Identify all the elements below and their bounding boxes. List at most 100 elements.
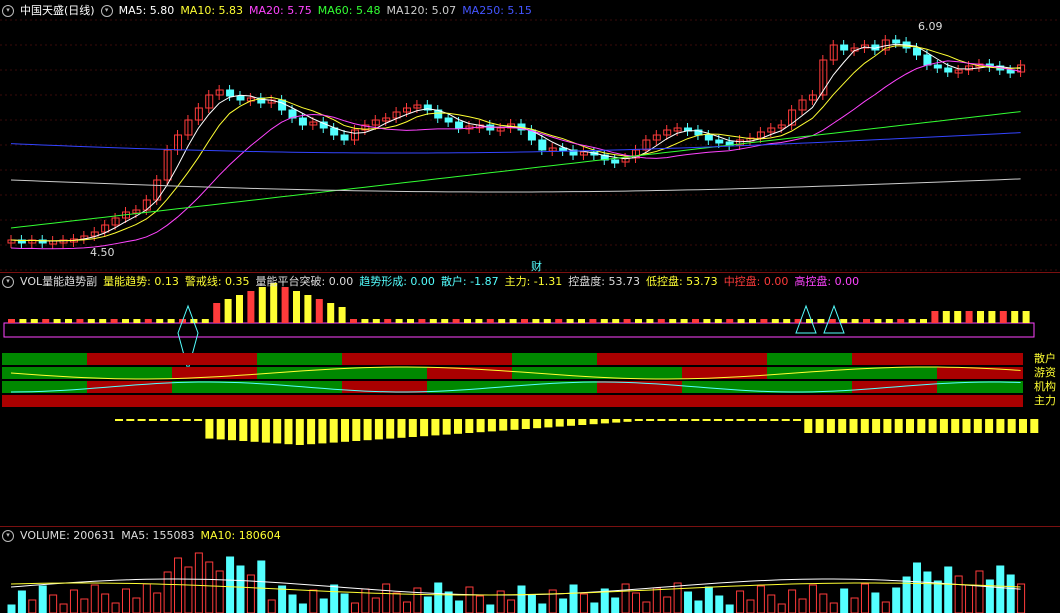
indicator-chart[interactable]: [0, 273, 1060, 526]
candle-body: [944, 67, 953, 73]
indicator-name[interactable]: VOL量能趋势副: [20, 275, 97, 288]
volume-bar: [850, 597, 859, 613]
control-bar: [736, 419, 745, 421]
volume-bar: [330, 584, 339, 613]
settings-icon[interactable]: ▾: [100, 5, 113, 17]
indicator-panel[interactable]: ▾ VOL量能趋势副 量能趋势: 0.13 警戒线: 0.35 量能平台突破: 0.00…: [0, 273, 1060, 526]
volume-bar: [871, 592, 880, 613]
control-bar: [533, 419, 542, 429]
trend-band-segment: [342, 381, 428, 393]
energy-bar: [999, 311, 1007, 323]
energy-bar: [42, 319, 50, 323]
control-bar: [374, 419, 383, 440]
control-bar: [872, 419, 881, 433]
control-bar: [747, 419, 756, 421]
energy-bar: [578, 319, 585, 323]
volume-bar: [350, 602, 359, 613]
energy-bar: [680, 319, 688, 323]
energy-bar: [429, 319, 437, 323]
energy-bar: [771, 319, 779, 323]
volume-bar: [507, 599, 516, 613]
control-bar: [295, 419, 304, 445]
control-bar: [826, 419, 835, 433]
volume-settings-icon[interactable]: ▾: [2, 530, 14, 542]
collapse-icon[interactable]: ▾: [2, 5, 14, 17]
ma250-line: [10, 132, 1021, 154]
candle-body: [298, 117, 307, 126]
energy-bar: [361, 319, 369, 323]
energy-bar: [646, 319, 654, 323]
ma10-label: MA10: 5.83: [180, 4, 244, 17]
volume-bar: [7, 604, 16, 613]
volume-bar: [382, 583, 391, 613]
trend-band-segment: [257, 395, 343, 407]
volume-bar: [413, 587, 422, 613]
volume-bar: [590, 602, 599, 613]
volume-bar: [80, 598, 89, 613]
control-bar: [962, 419, 971, 433]
trend-band-segment: [427, 395, 513, 407]
ma20-line: [10, 60, 1021, 250]
volume-bar: [38, 585, 47, 613]
control-bar: [578, 419, 587, 425]
volume-bar: [725, 604, 734, 613]
control-bar: [510, 419, 519, 430]
energy-bar: [600, 319, 608, 323]
energy-bar: [167, 319, 175, 323]
indicator-settings-icon[interactable]: ▾: [2, 276, 14, 288]
low-control-value: 低控盘: 53.73: [645, 275, 718, 288]
volume-bar: [153, 592, 162, 613]
candle-body: [611, 159, 620, 164]
candlestick-chart[interactable]: [0, 0, 1060, 272]
control-bar: [883, 419, 892, 433]
energy-bar: [965, 311, 973, 323]
control-bar: [793, 419, 801, 421]
energy-bar: [304, 295, 312, 323]
volume-bar: [569, 584, 578, 613]
control-bar: [894, 419, 903, 433]
energy-bar: [110, 319, 118, 323]
energy-bar: [418, 319, 426, 323]
ma60-label: MA60: 5.48: [317, 4, 381, 17]
trend-band-segment: [172, 395, 258, 407]
volume-bar: [226, 556, 235, 613]
volume-bar: [819, 593, 828, 613]
volume-bar: [278, 585, 287, 613]
band-label-institution: 机构: [1034, 380, 1056, 393]
energy-bar: [692, 319, 699, 323]
energy-bar: [486, 319, 494, 323]
ma5-line: [10, 43, 1021, 242]
control-bar: [408, 419, 417, 437]
price-panel[interactable]: ▾ 中国天盛(日线) ▾ MA5: 5.80 MA10: 5.83 MA20: 5.75 M…: [0, 0, 1060, 273]
control-bar: [555, 419, 564, 427]
control-bar: [906, 419, 914, 433]
energy-bar: [885, 319, 893, 323]
volume-bar: [736, 590, 745, 613]
control-bar: [612, 419, 621, 423]
energy-bar: [53, 319, 61, 323]
trend-band-segment: [512, 367, 598, 379]
candle-body: [715, 139, 724, 144]
volume-bar: [798, 598, 807, 613]
energy-bar: [201, 319, 209, 323]
control-bar: [171, 419, 180, 421]
volume-bar: [101, 593, 110, 613]
trend-band-segment: [937, 353, 1023, 365]
trend-band-segment: [512, 395, 598, 407]
volume-bar: [132, 597, 141, 613]
volume-bar: [527, 594, 536, 613]
energy-bar: [224, 299, 232, 323]
control-bar: [476, 419, 485, 433]
energy-bar: [589, 319, 597, 323]
volume-bar: [965, 584, 974, 613]
volume-panel[interactable]: ▾ VOLUME: 200631 MA5: 155083 MA10: 180604: [0, 527, 1060, 613]
volume-bar: [954, 575, 963, 613]
energy-bar: [714, 319, 722, 323]
volume-bar: [788, 589, 797, 613]
control-bar: [137, 419, 146, 421]
ma250-label: MA250: 5.15: [462, 4, 532, 17]
candle-body: [455, 121, 464, 129]
control-bar: [973, 419, 982, 433]
volume-bar: [704, 586, 713, 613]
trend-band-segment: [87, 353, 173, 365]
